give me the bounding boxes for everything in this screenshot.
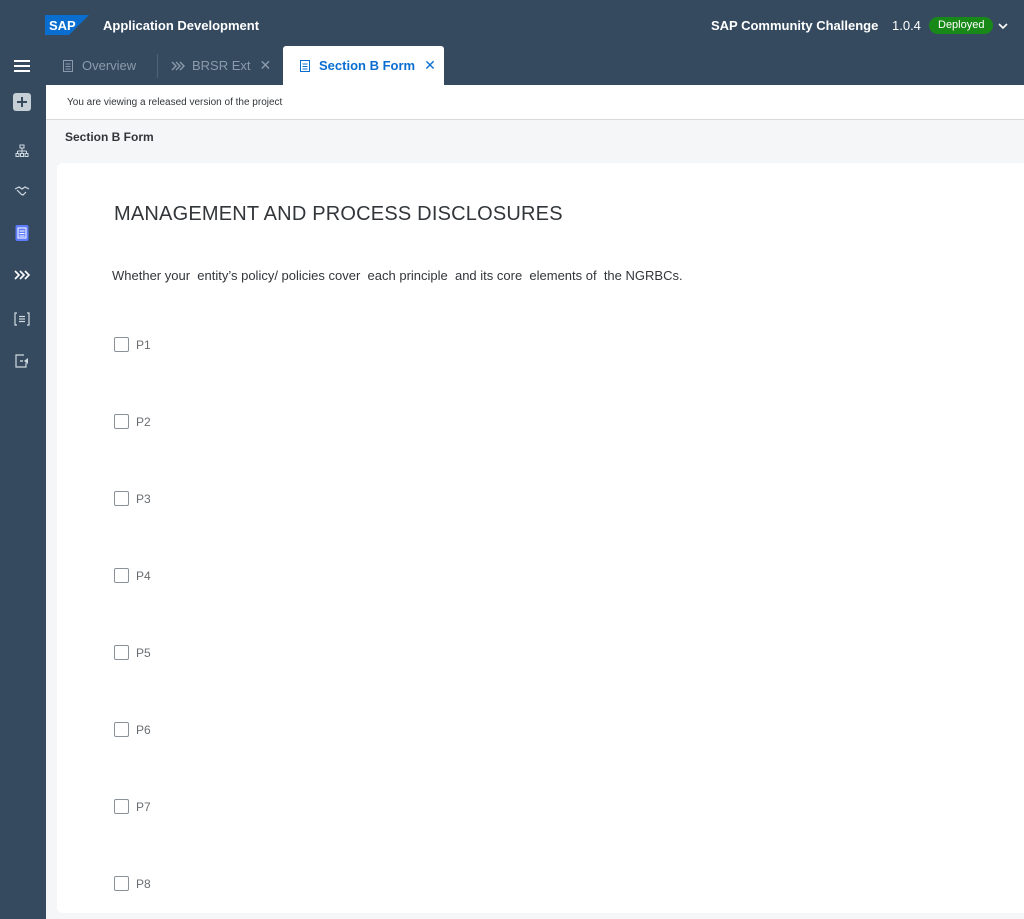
tab-label: Section B Form [319, 58, 416, 73]
tab-brsr-ext[interactable]: BRSR Ext ✕ [171, 46, 271, 85]
tab-label: Overview [82, 58, 137, 73]
project-version: 1.0.4 [892, 18, 921, 33]
menu-icon[interactable] [11, 55, 33, 77]
close-icon[interactable]: ✕ [260, 57, 272, 74]
project-name: SAP Community Challenge [711, 18, 879, 33]
checkbox-p8[interactable]: P8 [114, 876, 151, 891]
tab-divider [157, 54, 158, 78]
form-icon [298, 59, 312, 73]
checkbox-label: P4 [136, 568, 151, 583]
checkbox-p3[interactable]: P3 [114, 491, 151, 506]
checkbox-p7[interactable]: P7 [114, 799, 151, 814]
tab-bar: Overview BRSR Ext ✕ Section B Form ✕ [46, 46, 1024, 85]
checkbox-p6[interactable]: P6 [114, 722, 151, 737]
checkbox-p1[interactable]: P1 [114, 337, 151, 352]
chevrons-icon [171, 59, 185, 73]
chevrons-icon[interactable] [11, 264, 33, 286]
tab-overview[interactable]: Overview [61, 46, 136, 85]
add-icon[interactable] [11, 91, 33, 113]
hierarchy-icon[interactable] [11, 140, 33, 162]
shell-bar: SAP Application Development SAP Communit… [0, 8, 1024, 46]
checkbox-p5[interactable]: P5 [114, 645, 151, 660]
checkbox[interactable] [114, 722, 129, 737]
checkbox-label: P1 [136, 337, 151, 352]
checkbox-label: P2 [136, 414, 151, 429]
checkbox[interactable] [114, 491, 129, 506]
checkbox-p4[interactable]: P4 [114, 568, 151, 583]
question-text: Whether your entity’s policy/ policies c… [112, 268, 683, 283]
side-nav-bar [0, 0, 46, 919]
checkbox[interactable] [114, 337, 129, 352]
document-icon [61, 59, 75, 73]
app-title: Application Development [103, 18, 260, 33]
checkbox-label: P8 [136, 876, 151, 891]
checkbox-label: P7 [136, 799, 151, 814]
checkbox[interactable] [114, 568, 129, 583]
checkbox-p2[interactable]: P2 [114, 414, 151, 429]
form-heading: MANAGEMENT AND PROCESS DISCLOSURES [114, 203, 563, 225]
close-icon[interactable]: ✕ [424, 57, 436, 74]
checkbox[interactable] [114, 645, 129, 660]
handshake-icon[interactable] [11, 180, 33, 202]
checkbox-label: P5 [136, 645, 151, 660]
checkbox[interactable] [114, 799, 129, 814]
tab-section-b-form[interactable]: Section B Form ✕ [283, 46, 444, 85]
chevron-down-icon[interactable] [996, 19, 1010, 33]
checkbox-label: P6 [136, 722, 151, 737]
tab-label: BRSR Ext [192, 58, 251, 73]
form-icon[interactable] [11, 222, 33, 244]
list-icon[interactable] [11, 308, 33, 330]
export-icon[interactable] [11, 350, 33, 372]
svg-text:SAP: SAP [49, 18, 76, 33]
checkbox[interactable] [114, 414, 129, 429]
checkbox-label: P3 [136, 491, 151, 506]
sap-logo[interactable]: SAP [45, 15, 89, 35]
status-badge: Deployed [929, 17, 994, 34]
info-message-strip: You are viewing a released version of th… [46, 85, 1024, 120]
info-message: You are viewing a released version of th… [67, 97, 283, 108]
checkbox[interactable] [114, 876, 129, 891]
page-title: Section B Form [65, 130, 154, 144]
